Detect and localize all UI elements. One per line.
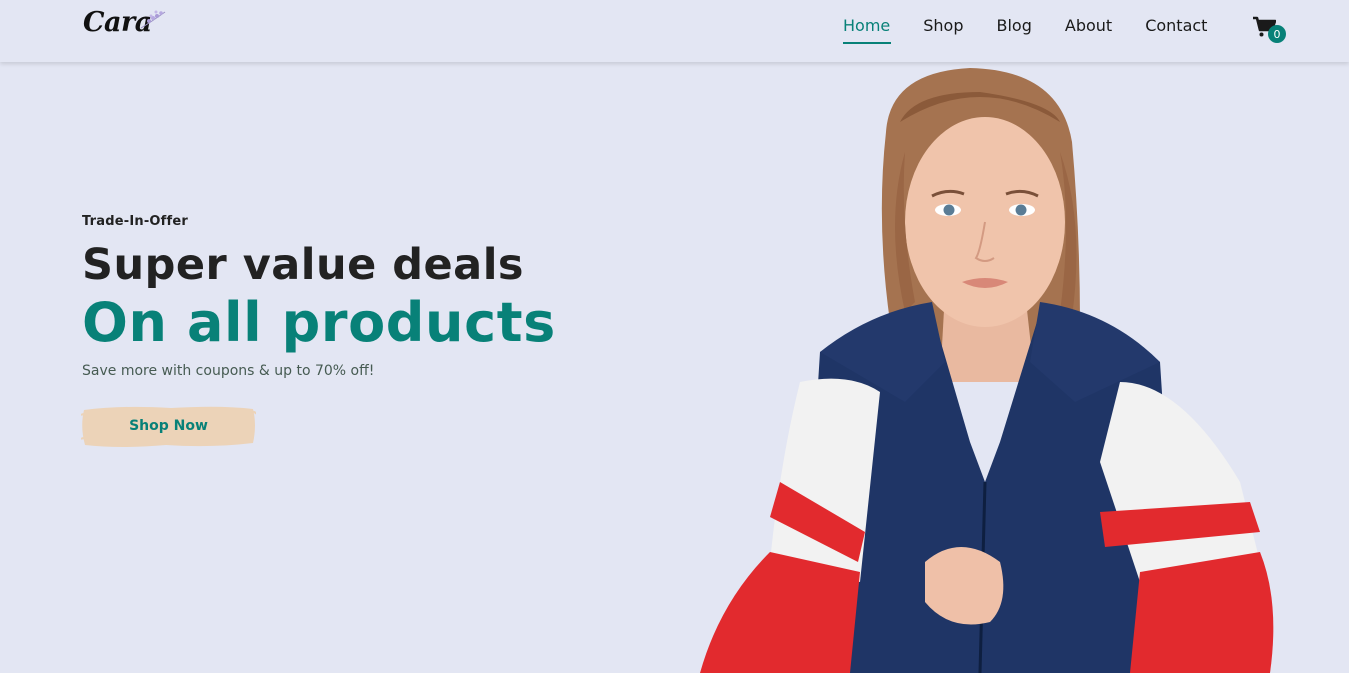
nav-item-about: About xyxy=(1065,16,1112,38)
hero-eyebrow: Trade-In-Offer xyxy=(82,214,189,229)
cart-button[interactable]: 0 xyxy=(1252,16,1286,44)
shop-now-button[interactable]: Shop Now xyxy=(81,403,256,449)
nav-item-contact: Contact xyxy=(1145,16,1207,38)
cart-count-badge: 0 xyxy=(1268,25,1286,43)
lavender-flower-icon xyxy=(140,10,166,29)
main-nav: Home Shop Blog About Contact xyxy=(843,16,1240,38)
nav-link-blog[interactable]: Blog xyxy=(997,16,1032,38)
site-header: Cara Home Shop Blog About Contact 0 xyxy=(0,0,1349,62)
hero-subheadline: On all products xyxy=(82,291,556,354)
nav-link-shop[interactable]: Shop xyxy=(923,16,963,38)
nav-link-about[interactable]: About xyxy=(1065,16,1112,38)
nav-item-home: Home xyxy=(843,16,890,38)
hero-tagline: Save more with coupons & up to 70% off! xyxy=(82,363,375,379)
hero-model-image xyxy=(700,68,1274,673)
nav-link-contact[interactable]: Contact xyxy=(1145,16,1207,38)
hero-text: Trade-In-Offer Super value deals On all … xyxy=(82,214,556,379)
nav-link-home[interactable]: Home xyxy=(843,16,890,38)
nav-item-blog: Blog xyxy=(997,16,1032,38)
shop-now-label: Shop Now xyxy=(129,418,208,434)
nav-item-shop: Shop xyxy=(923,16,963,38)
hero-headline: Super value deals xyxy=(82,240,525,290)
